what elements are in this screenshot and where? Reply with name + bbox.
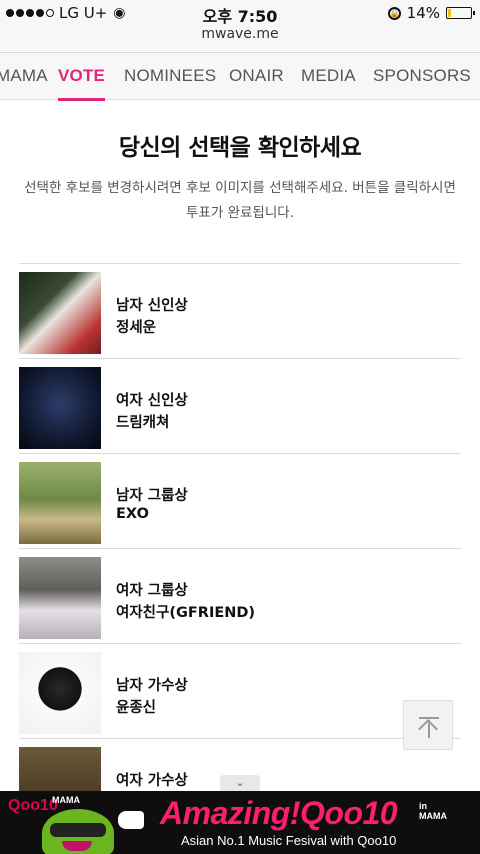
scroll-to-top-button[interactable] xyxy=(403,700,453,750)
battery-percent: 14% xyxy=(406,4,440,22)
qoo10-logo: Qoo10 xyxy=(8,797,58,814)
ad-tagline: Asian No.1 Music Fesival with Qoo10 xyxy=(181,833,397,848)
nominee-name: 정세운 xyxy=(116,320,157,336)
tab-vote[interactable]: VOTE xyxy=(58,66,106,101)
award-category: 여자 신인상 xyxy=(116,393,188,409)
ad-banner[interactable]: Qoo10 MAMA Amazing!Qoo10 in MAMA Asian N… xyxy=(0,791,480,854)
tab-mama[interactable]: MAMA xyxy=(0,66,48,86)
nominee-image[interactable] xyxy=(19,462,101,544)
mama-logo: MAMA xyxy=(52,795,80,805)
nominee-item: 남자 그룹상 EXO xyxy=(19,453,461,548)
tab-media[interactable]: MEDIA xyxy=(301,66,356,86)
tab-sponsors[interactable]: SPONSORS xyxy=(373,66,471,86)
award-category: 여자 그룹상 xyxy=(116,583,188,599)
battery-icon xyxy=(446,7,475,19)
ad-headline: Amazing!Qoo10 xyxy=(160,795,398,831)
chevron-down-icon[interactable]: ⌄ xyxy=(220,775,260,791)
nominee-name: 드림캐쳐 xyxy=(116,415,170,431)
nominee-name: EXO xyxy=(116,506,149,522)
rotation-lock-icon: 🔒 xyxy=(387,6,401,20)
tab-nominees[interactable]: NOMINEES xyxy=(124,66,216,86)
page-description: 선택한 후보를 변경하시려면 후보 이미지를 선택해주세요. 버튼을 클릭하시면… xyxy=(24,180,456,221)
award-category: 남자 가수상 xyxy=(116,678,188,694)
nominee-name: 윤종신 xyxy=(116,700,157,716)
mascot-image xyxy=(42,809,114,854)
nominee-image[interactable] xyxy=(19,557,101,639)
address-bar-url[interactable]: mwave.me xyxy=(0,26,480,42)
award-category: 남자 신인상 xyxy=(116,298,188,314)
nominee-image[interactable] xyxy=(19,367,101,449)
nominee-item: 남자 신인상 정세운 xyxy=(19,263,461,358)
nominee-image[interactable] xyxy=(19,652,101,734)
page-title: 당신의 선택을 확인하세요 xyxy=(118,135,362,161)
arrow-up-icon xyxy=(419,717,439,719)
status-bar: LG U+ ◉ 오후 7:50 🔒 14% mwave.me xyxy=(0,0,480,53)
award-category: 남자 그룹상 xyxy=(116,488,188,504)
nominee-name: 여자친구(GFRIEND) xyxy=(116,605,256,621)
top-navigation: MAMA VOTE NOMINEES ONAIR MEDIA SPONSORS xyxy=(0,53,480,101)
pointing-hand-icon xyxy=(118,811,144,829)
nominee-list: 남자 신인상 정세운 여자 신인상 드림캐쳐 남자 그룹상 EXO 여자 그룹상… xyxy=(19,263,461,833)
ad-in-mama: in MAMA xyxy=(419,801,447,821)
nominee-item: 여자 그룹상 여자친구(GFRIEND) xyxy=(19,548,461,643)
nominee-image[interactable] xyxy=(19,272,101,354)
battery-info: 🔒 14% xyxy=(387,4,475,22)
award-category: 여자 가수상 xyxy=(116,773,188,789)
nominee-item: 여자 신인상 드림캐쳐 xyxy=(19,358,461,453)
nominee-item: 남자 가수상 윤종신 xyxy=(19,643,461,738)
tab-onair[interactable]: ONAIR xyxy=(229,66,284,86)
